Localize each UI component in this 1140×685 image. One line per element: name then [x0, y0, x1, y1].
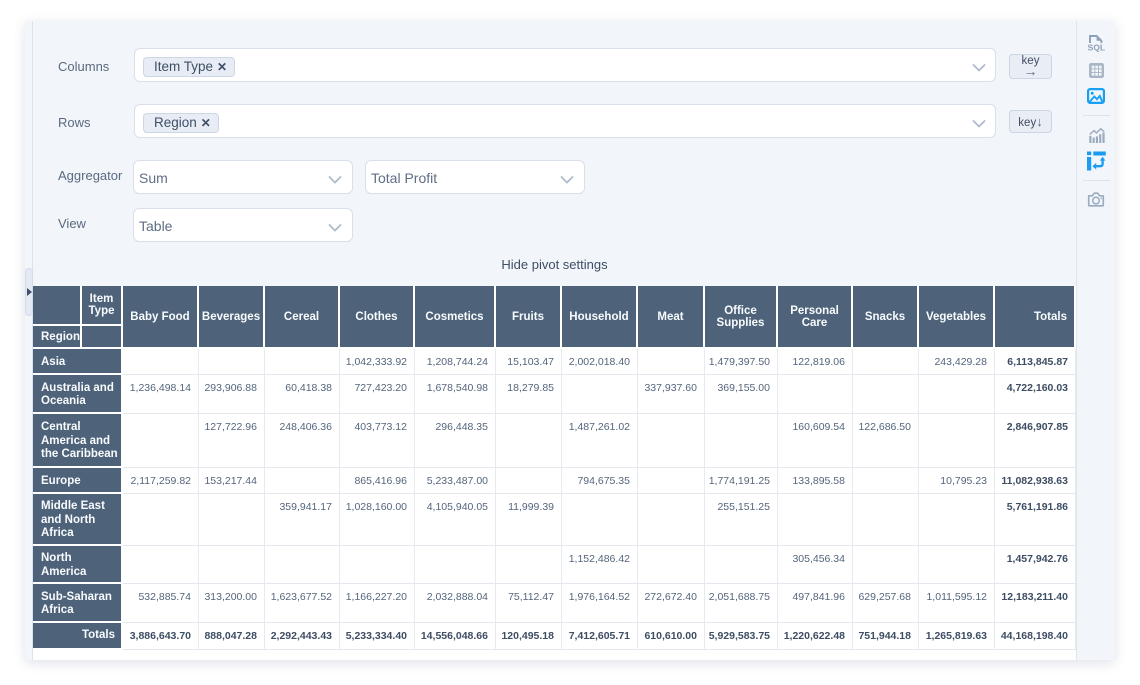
svg-text:SQL: SQL	[1088, 43, 1105, 53]
